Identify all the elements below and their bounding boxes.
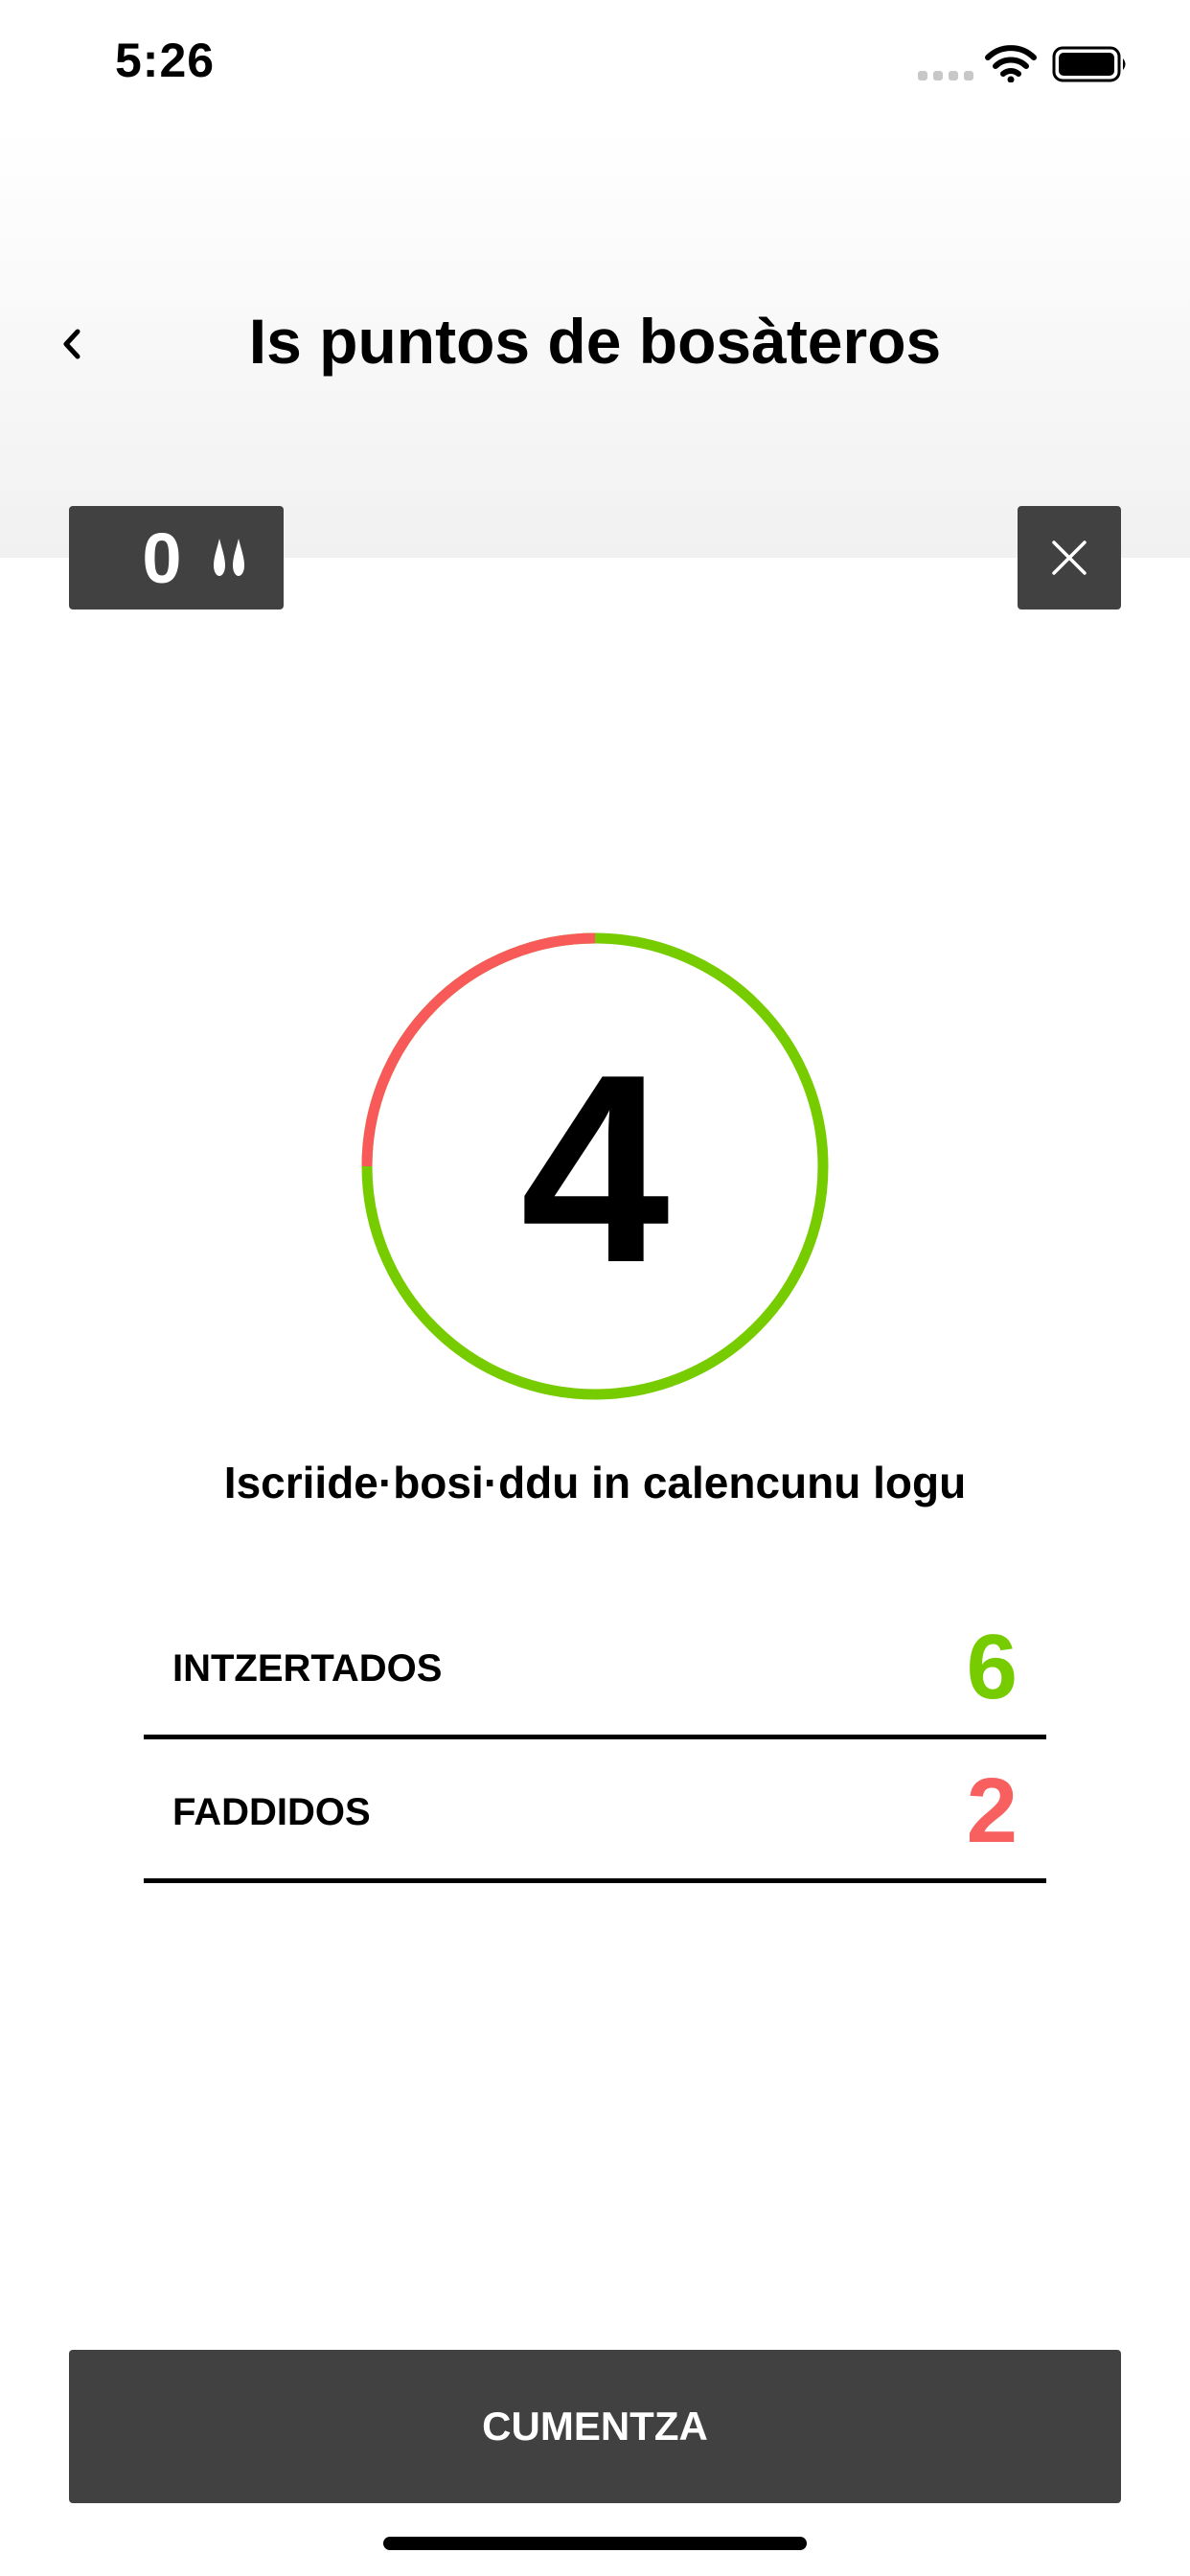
- stat-value: 2: [966, 1760, 1018, 1862]
- drops-icon: [214, 539, 244, 576]
- stat-value: 6: [966, 1616, 1018, 1718]
- close-icon: [1052, 540, 1087, 575]
- score-value: 0: [142, 518, 182, 598]
- signal-icon: [918, 71, 973, 80]
- close-button[interactable]: [1018, 506, 1121, 610]
- stat-label: INTZERTADOS: [172, 1647, 443, 1690]
- page-title: Is puntos de bosàteros: [248, 306, 942, 377]
- battery-icon: [1052, 46, 1126, 82]
- score-badge: 0: [69, 506, 284, 610]
- start-button[interactable]: CUMENTZA: [69, 2350, 1121, 2503]
- stat-row-correct: INTZERTADOS 6: [144, 1591, 1046, 1739]
- wifi-icon: [985, 45, 1037, 82]
- stat-row-wrong: FADDIDOS 2: [144, 1735, 1046, 1883]
- stat-label: FADDIDOS: [172, 1791, 371, 1833]
- home-indicator: [383, 2537, 807, 2550]
- status-time: 5:26: [115, 34, 216, 87]
- instruction-text: Iscriide·bosi·ddu in calencunu logu: [223, 1458, 967, 1507]
- countdown-number: 4: [520, 1020, 670, 1319]
